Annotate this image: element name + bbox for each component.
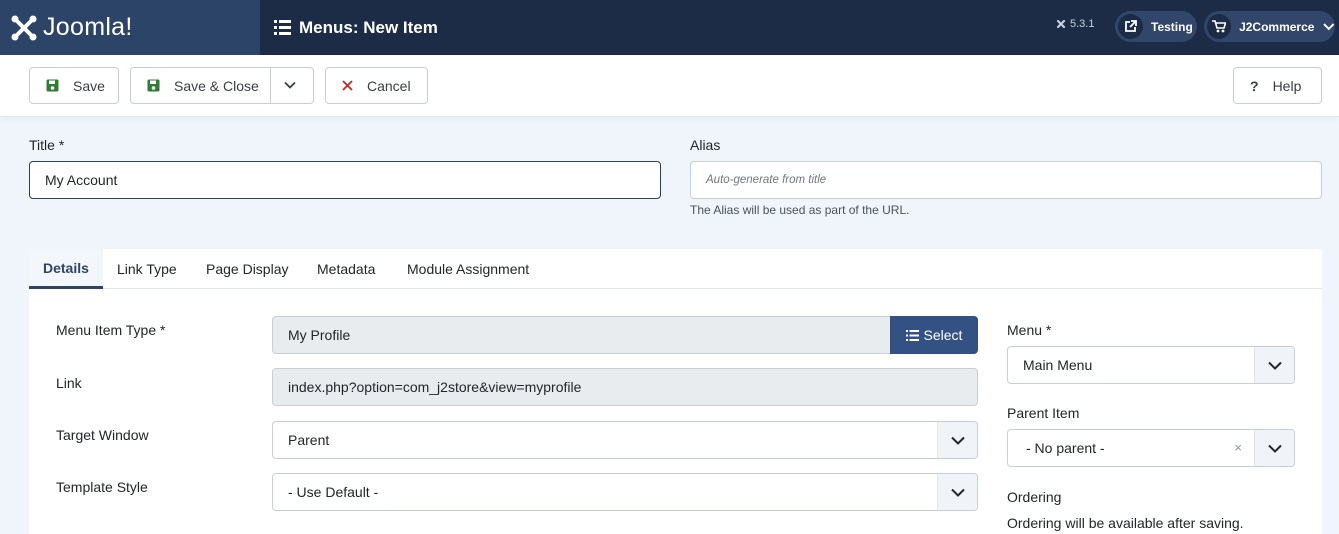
template-style-select[interactable]: - Use Default - <box>272 473 978 511</box>
tab-module-assignment[interactable]: Module Assignment <box>407 249 529 289</box>
floppy-disk-icon <box>147 79 160 92</box>
tab-metadata[interactable]: Metadata <box>317 249 375 289</box>
joomla-logo-icon <box>11 15 37 40</box>
save-close-label: Save & Close <box>174 77 259 94</box>
question-mark-icon: ? <box>1250 77 1259 94</box>
cart-icon <box>1207 14 1232 39</box>
j2commerce-menu-button[interactable]: J2Commerce <box>1204 11 1335 42</box>
link-label: Link <box>56 375 82 391</box>
alias-input[interactable]: Auto-generate from title <box>690 161 1322 199</box>
list-icon <box>905 329 919 341</box>
title-label: Title * <box>29 137 65 153</box>
menu-label: Menu * <box>1007 322 1052 338</box>
tab-link-type[interactable]: Link Type <box>117 249 177 289</box>
save-button[interactable]: Save <box>29 67 119 104</box>
title-input[interactable]: My Account <box>29 161 661 199</box>
close-icon <box>342 80 353 91</box>
target-window-select[interactable]: Parent <box>272 421 978 459</box>
link-field: index.php?option=com_j2store&view=myprof… <box>272 368 978 406</box>
menu-item-type-label: Menu Item Type * <box>56 322 166 338</box>
menu-item-type-field: My Profile <box>272 316 892 354</box>
chevron-down-icon[interactable] <box>283 78 297 95</box>
ordering-label: Ordering <box>1007 489 1062 505</box>
alias-label: Alias <box>690 137 721 153</box>
logo-text: Joomla! <box>43 13 133 41</box>
testing-label: Testing <box>1151 19 1193 34</box>
joomla-small-icon <box>1056 19 1066 29</box>
cancel-button[interactable]: Cancel <box>325 67 428 104</box>
chevron-down-icon <box>1254 347 1294 383</box>
testing-site-button[interactable]: Testing <box>1115 11 1197 42</box>
page-title: Menus: New Item <box>274 0 438 55</box>
page-title-text: Menus: New Item <box>299 17 438 37</box>
menu-value: Main Menu <box>1023 357 1093 373</box>
parent-item-select[interactable]: - No parent - × <box>1007 429 1295 467</box>
j2commerce-label: J2Commerce <box>1239 19 1315 34</box>
alias-hint: The Alias will be used as part of the UR… <box>690 203 910 217</box>
floppy-disk-icon <box>46 79 59 92</box>
button-divider <box>270 68 271 103</box>
chevron-down-icon <box>937 422 977 458</box>
list-icon <box>274 20 291 35</box>
template-style-value: - Use Default - <box>288 484 379 500</box>
clear-icon[interactable]: × <box>1234 440 1242 455</box>
cancel-label: Cancel <box>367 77 411 94</box>
toolbar: Save Save & Close Cancel ? Help <box>0 55 1339 117</box>
help-button[interactable]: ? Help <box>1233 67 1322 104</box>
chevron-down-icon <box>1323 22 1335 30</box>
template-style-label: Template Style <box>56 479 148 495</box>
version-number: 5.3.1 <box>1070 18 1095 30</box>
chevron-down-icon <box>1254 430 1294 466</box>
menu-select[interactable]: Main Menu <box>1007 346 1295 384</box>
target-window-value: Parent <box>288 432 330 448</box>
ordering-note: Ordering will be available after saving. <box>1007 515 1244 531</box>
chevron-down-icon <box>937 474 977 510</box>
select-button[interactable]: Select <box>890 316 978 354</box>
select-label: Select <box>923 327 963 343</box>
tab-bar: Details Link Type Page Display Metadata … <box>29 249 1322 289</box>
save-label: Save <box>73 77 105 94</box>
save-close-button[interactable]: Save & Close <box>130 67 314 104</box>
tab-details[interactable]: Details <box>29 249 103 289</box>
joomla-logo[interactable]: Joomla! <box>0 0 260 55</box>
parent-item-value: - No parent - <box>1026 440 1105 456</box>
version-info: 5.3.1 <box>1056 18 1094 30</box>
external-link-icon <box>1118 14 1143 39</box>
parent-item-label: Parent Item <box>1007 405 1080 421</box>
target-window-label: Target Window <box>56 427 149 443</box>
tab-page-display[interactable]: Page Display <box>206 249 289 289</box>
help-label: Help <box>1272 77 1302 94</box>
top-header: Joomla! Menus: New Item 5.3.1 Testing J2… <box>0 0 1339 55</box>
